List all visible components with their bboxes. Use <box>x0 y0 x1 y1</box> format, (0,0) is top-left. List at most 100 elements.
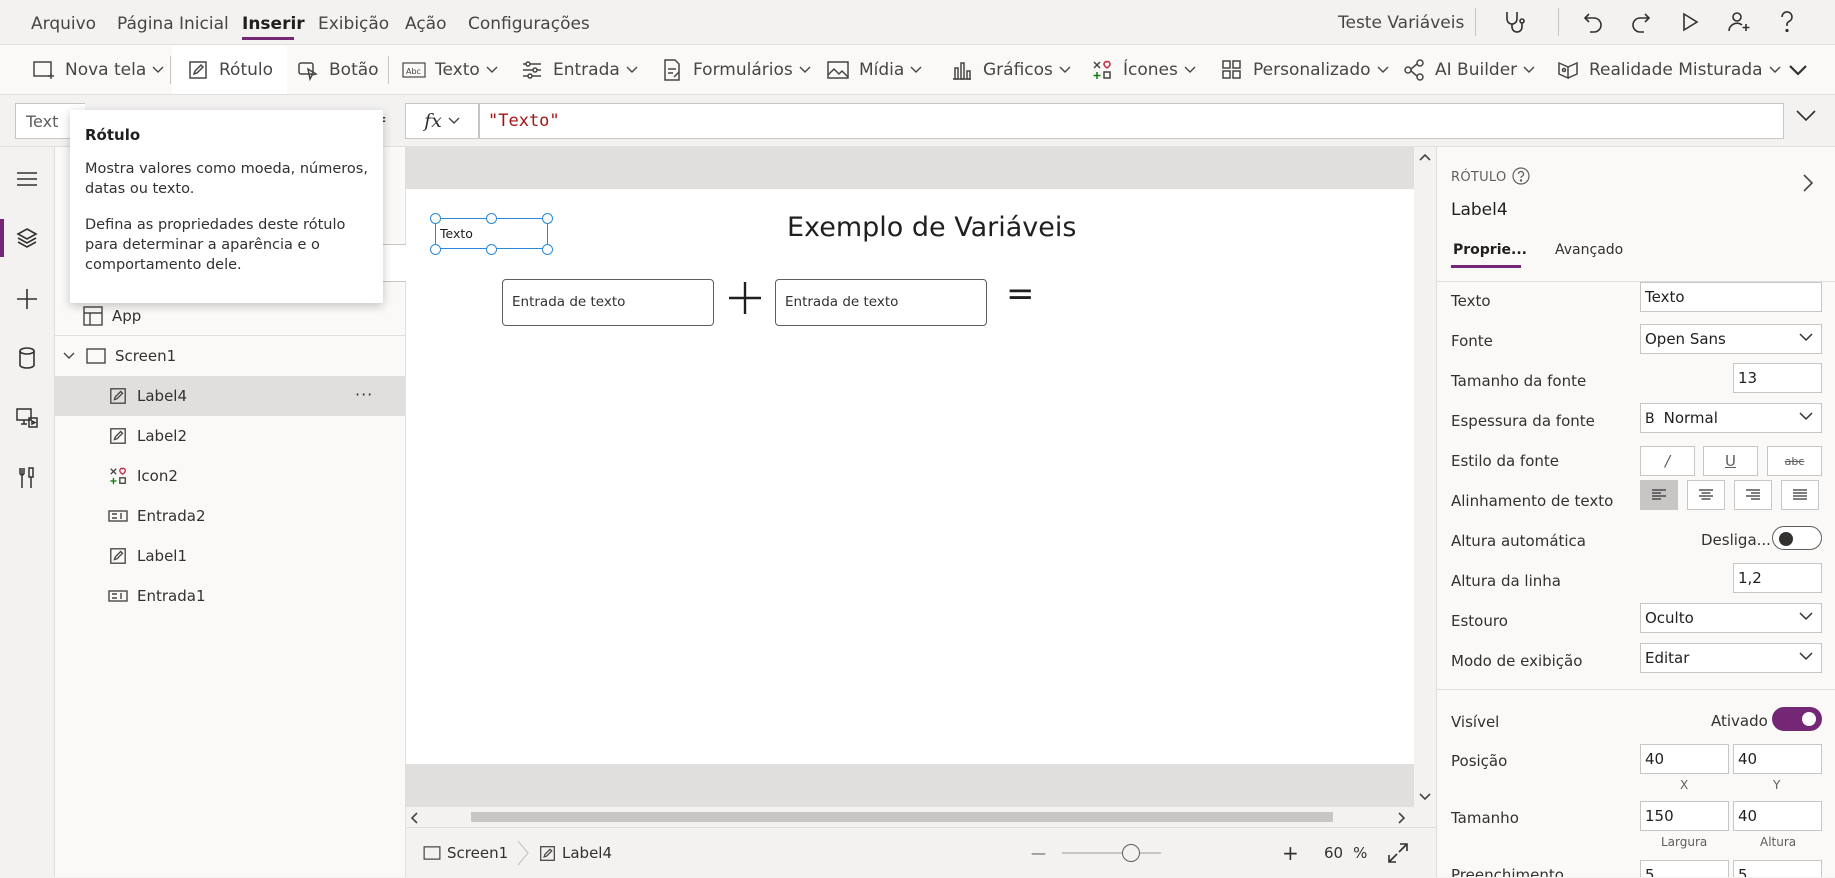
tab-properties[interactable]: Proprie... <box>1453 242 1527 258</box>
control-type-label: RÓTULO <box>1451 170 1507 185</box>
chevron-right-icon[interactable] <box>1398 812 1406 824</box>
tree-item-screen1[interactable]: Screen1 <box>55 336 405 376</box>
personalizado-button[interactable]: Personalizado <box>1220 45 1389 94</box>
vertical-scrollbar[interactable] <box>1414 147 1436 807</box>
formula-input[interactable]: "Texto" <box>479 103 1784 139</box>
menu-configuracoes[interactable]: Configurações <box>468 14 590 34</box>
preenchimento-input-1[interactable]: 5 <box>1640 860 1729 877</box>
resize-handle[interactable] <box>486 213 497 224</box>
chevron-down-icon[interactable] <box>1419 793 1431 801</box>
zoom-slider-thumb[interactable] <box>1122 844 1140 862</box>
app-checker-icon[interactable] <box>1500 7 1530 37</box>
posicao-y-input[interactable]: 40 <box>1733 744 1822 774</box>
midia-button[interactable]: Mídia <box>826 45 922 94</box>
tab-avancado[interactable]: Avançado <box>1555 242 1623 258</box>
chevron-down-icon[interactable] <box>61 352 77 360</box>
chevron-up-icon[interactable] <box>1419 153 1431 161</box>
altura-automatica-toggle[interactable] <box>1772 526 1822 550</box>
underline-button[interactable]: U <box>1703 446 1758 476</box>
graficos-button[interactable]: Gráficos <box>950 45 1071 94</box>
canvas-title-label[interactable]: Exemplo de Variáveis <box>787 212 1076 243</box>
horizontal-scroll-thumb[interactable] <box>471 812 1333 822</box>
menu-acao[interactable]: Ação <box>405 14 447 34</box>
align-justify-button[interactable] <box>1781 480 1819 510</box>
chevron-left-icon[interactable] <box>410 812 418 824</box>
texto-prop-input[interactable]: Texto <box>1640 282 1822 312</box>
realidade-misturada-button[interactable]: Realidade Misturada <box>1556 45 1781 94</box>
tree-item-entrada1[interactable]: Entrada1 <box>55 576 405 616</box>
menu-pagina-inicial[interactable]: Página Inicial <box>117 14 229 34</box>
plus-icon[interactable] <box>728 281 762 315</box>
italic-button[interactable]: / <box>1640 446 1695 476</box>
zoom-slider-track[interactable] <box>1062 852 1161 854</box>
hamburger-menu-icon[interactable] <box>9 161 45 197</box>
fonte-dropdown[interactable]: Open Sans <box>1640 324 1822 354</box>
horizontal-scrollbar[interactable] <box>406 807 1436 827</box>
altura-linha-label: Altura da linha <box>1451 572 1561 590</box>
fx-button[interactable]: fx <box>405 103 479 139</box>
entrada2-text-input[interactable]: Entrada de texto <box>775 279 987 326</box>
tree-item-label2[interactable]: Label2 <box>55 416 405 456</box>
posicao-x-input[interactable]: 40 <box>1640 744 1729 774</box>
resize-handle[interactable] <box>430 244 441 255</box>
preenchimento-input-2[interactable]: 5 <box>1733 860 1822 877</box>
breadcrumb-label4[interactable]: Label4 <box>539 828 612 878</box>
tree-view-layers-icon[interactable] <box>9 220 45 256</box>
align-right-button[interactable] <box>1734 480 1772 510</box>
entrada1-text-input[interactable]: Entrada de texto <box>502 279 714 326</box>
resize-handle[interactable] <box>542 213 553 224</box>
formularios-button[interactable]: Formulários <box>660 45 811 94</box>
visivel-toggle[interactable] <box>1772 707 1822 731</box>
tree-item-icon2[interactable]: Icon2 <box>55 456 405 496</box>
app-screen[interactable]: Exemplo de Variáveis Texto Entrada de te… <box>406 189 1414 764</box>
equals-label[interactable]: = <box>1006 274 1035 314</box>
media-icon[interactable] <box>9 400 45 436</box>
fit-to-window-button[interactable] <box>1387 828 1409 878</box>
tree-item-entrada2[interactable]: Entrada2 <box>55 496 405 536</box>
altura-input[interactable]: 40 <box>1733 801 1822 831</box>
resize-handle[interactable] <box>430 213 441 224</box>
control-name[interactable]: Label4 <box>1451 200 1508 220</box>
largura-input[interactable]: 150 <box>1640 801 1729 831</box>
botao-button[interactable]: Botão <box>296 45 379 94</box>
more-options-icon[interactable]: ··· <box>355 385 373 404</box>
play-icon[interactable] <box>1675 7 1705 37</box>
ai-builder-button[interactable]: AI Builder <box>1402 45 1535 94</box>
data-cylinder-icon[interactable] <box>9 340 45 376</box>
ribbon-expand-button[interactable] <box>1788 45 1808 94</box>
menu-inserir[interactable]: Inserir <box>242 14 305 34</box>
icones-button[interactable]: Ícones <box>1090 45 1196 94</box>
zoom-in-button[interactable]: + <box>1282 828 1299 878</box>
share-user-icon[interactable] <box>1724 7 1754 37</box>
strikethrough-button[interactable]: abc <box>1767 446 1822 476</box>
resize-handle[interactable] <box>486 244 497 255</box>
resize-handle[interactable] <box>542 244 553 255</box>
insert-plus-icon[interactable] <box>9 281 45 317</box>
collapse-panel-chevron-icon[interactable] <box>1803 174 1813 192</box>
menu-arquivo[interactable]: Arquivo <box>31 14 96 34</box>
breadcrumb-screen1[interactable]: Screen1 <box>423 828 508 878</box>
app-title[interactable]: Teste Variáveis <box>1338 13 1464 33</box>
help-circle-icon[interactable] <box>1512 167 1530 185</box>
tree-item-label4[interactable]: Label4 ··· <box>55 376 405 416</box>
tree-item-label1[interactable]: Label1 <box>55 536 405 576</box>
modo-exibicao-dropdown[interactable]: Editar <box>1640 643 1822 673</box>
rotulo-button[interactable]: Rótulo <box>172 45 288 94</box>
espessura-dropdown[interactable]: B Normal <box>1640 403 1822 433</box>
tools-icon[interactable] <box>9 460 45 496</box>
zoom-value[interactable]: 60% <box>1324 828 1367 878</box>
redo-icon[interactable] <box>1626 7 1656 37</box>
altura-linha-input[interactable]: 1,2 <box>1733 563 1822 593</box>
align-center-button[interactable] <box>1687 480 1725 510</box>
zoom-out-button[interactable]: — <box>1031 828 1046 878</box>
entrada-button[interactable]: Entrada <box>520 45 638 94</box>
formula-expand-button[interactable] <box>1795 109 1817 123</box>
tamanho-fonte-input[interactable]: 13 <box>1733 363 1822 393</box>
align-left-button[interactable] <box>1640 480 1678 510</box>
help-icon[interactable] <box>1772 7 1802 37</box>
menu-exibicao[interactable]: Exibição <box>318 14 389 34</box>
nova-tela-button[interactable]: Nova tela <box>32 45 164 94</box>
undo-icon[interactable] <box>1578 7 1608 37</box>
texto-button[interactable]: Abc Texto <box>402 45 498 94</box>
estouro-dropdown[interactable]: Oculto <box>1640 603 1822 633</box>
